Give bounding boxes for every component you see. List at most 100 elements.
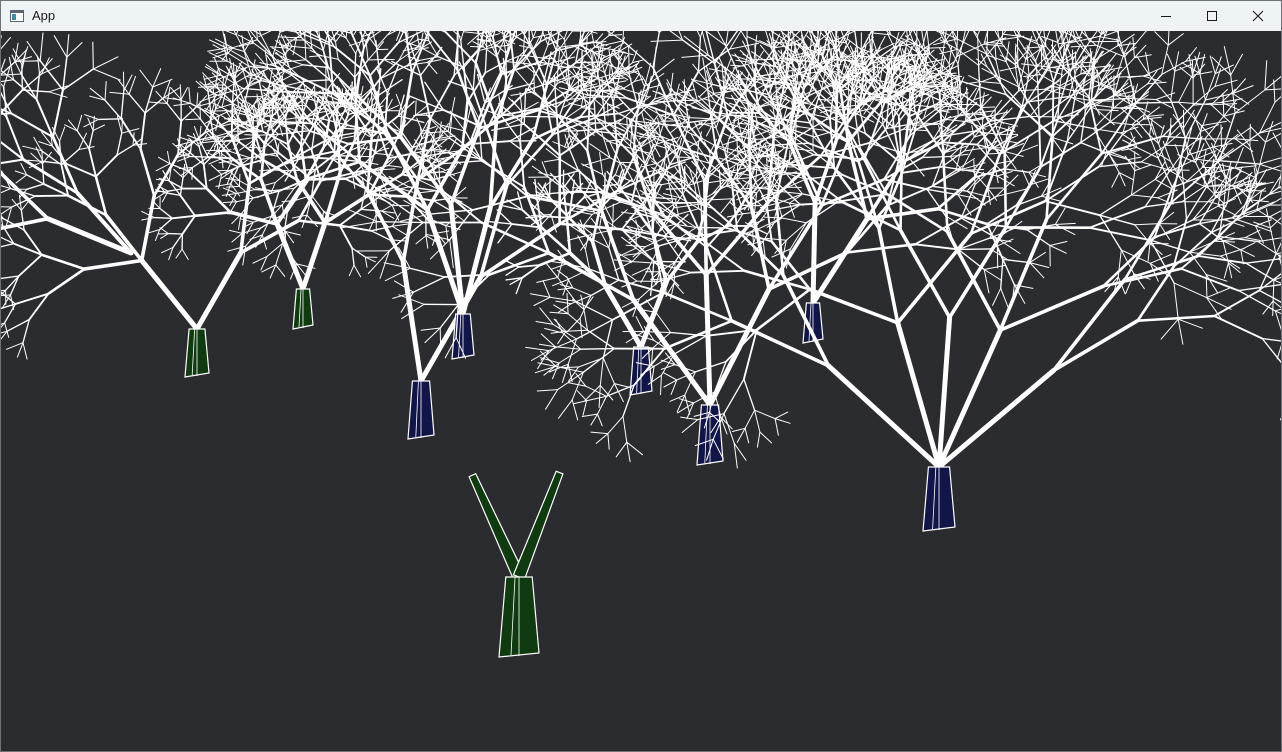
tree-branch [743,378,756,411]
minimize-button[interactable] [1143,1,1189,31]
tree-branch [215,183,232,187]
tree-branch [536,277,559,283]
tree-branch [763,216,783,219]
tree-branch [774,418,791,424]
tree-branch [558,130,579,132]
tree-branch [591,52,594,76]
tree-branch [305,92,307,106]
tree-branch [1167,33,1184,46]
tree-branch [400,259,424,384]
tree-branch [765,201,773,243]
tree-branch [209,110,229,112]
tree-branch [139,69,154,88]
tree-branch [549,296,576,302]
tree-branch [1045,152,1103,221]
tree-branch [1166,53,1176,72]
tree-branch [602,357,615,385]
tree-branch [999,54,1016,65]
tree-branch [66,163,97,178]
tree-branch [348,264,355,277]
tree-branch [511,99,527,117]
tree-branch [1230,53,1243,76]
tree-branch [300,220,328,292]
tree-branch [415,100,417,116]
tree-branch [365,42,369,61]
tree-branch [27,159,44,162]
tree-branch [544,261,559,278]
tree-branch [552,141,570,150]
tree-branch [159,217,174,231]
tree-branch [391,225,407,236]
tree-branch [810,216,870,306]
tree-branch [580,347,615,350]
maximize-button[interactable] [1189,1,1235,31]
tree-branch [582,157,611,167]
tree-branch [1044,88,1065,95]
tree-branch [92,124,105,131]
title-bar[interactable]: App [1,1,1281,31]
tree-branch [614,161,621,177]
tree-branch [613,383,633,389]
tree-branch [607,433,610,450]
tree-branch [1220,124,1222,148]
close-button[interactable] [1235,1,1281,31]
tree-branch [631,118,648,132]
tree-branch [437,56,465,69]
maximize-icon [1207,11,1217,21]
tree-branch [104,213,144,263]
tree-branch [625,244,646,248]
tree-branch [185,118,201,121]
3d-viewport[interactable] [1,31,1281,751]
tree-branch [1136,314,1216,322]
tree-branch [316,31,319,33]
tree-branch [673,261,676,284]
tree-branch [1214,166,1216,194]
tree-branch [756,431,761,448]
tree-branch [406,32,409,46]
tree-branch [664,105,667,126]
tree-branch [697,36,702,73]
tree-branch [180,87,188,101]
tree-branch [104,99,122,120]
tree-branch [76,114,83,132]
tree-branch [565,213,572,255]
tree-branch [1218,160,1260,165]
tree-branch [600,88,624,92]
tree-branch [1,330,8,340]
tree-branch [425,235,429,249]
tree-branch [153,216,174,219]
tree-branch [754,409,776,420]
tree-branch [1000,258,1004,289]
tree-branch [545,389,559,410]
tree-branch [244,134,259,136]
tree-branch [460,40,465,69]
tree-branch [367,193,408,198]
tree-branch [1131,194,1159,199]
tree-branch [983,269,990,294]
tree-branch [1044,140,1069,203]
tree-branch [379,59,400,80]
tree-branch [1142,67,1163,77]
tree-branch [1134,223,1160,226]
tree-branch [992,287,1002,306]
tree-branch [258,31,272,38]
tree-branch [536,389,559,392]
tree-branch [877,226,900,325]
tree-branch [550,263,568,270]
tree-branch [921,155,951,159]
tree-branch [914,56,916,79]
tree-branch [631,261,657,264]
tree-branch [460,31,465,42]
tree-branch [1131,170,1136,196]
tree-branch [351,247,355,266]
tree-branch [660,364,676,370]
tree-branch [628,45,630,75]
tree-branch [586,329,615,350]
tree-branch [284,231,287,246]
tree-branch [1275,242,1281,255]
tree-branch [409,267,446,278]
tree-branch [547,176,569,193]
tree-branch [275,264,286,277]
tree-branch [415,235,427,245]
tree-branch [1044,165,1100,203]
